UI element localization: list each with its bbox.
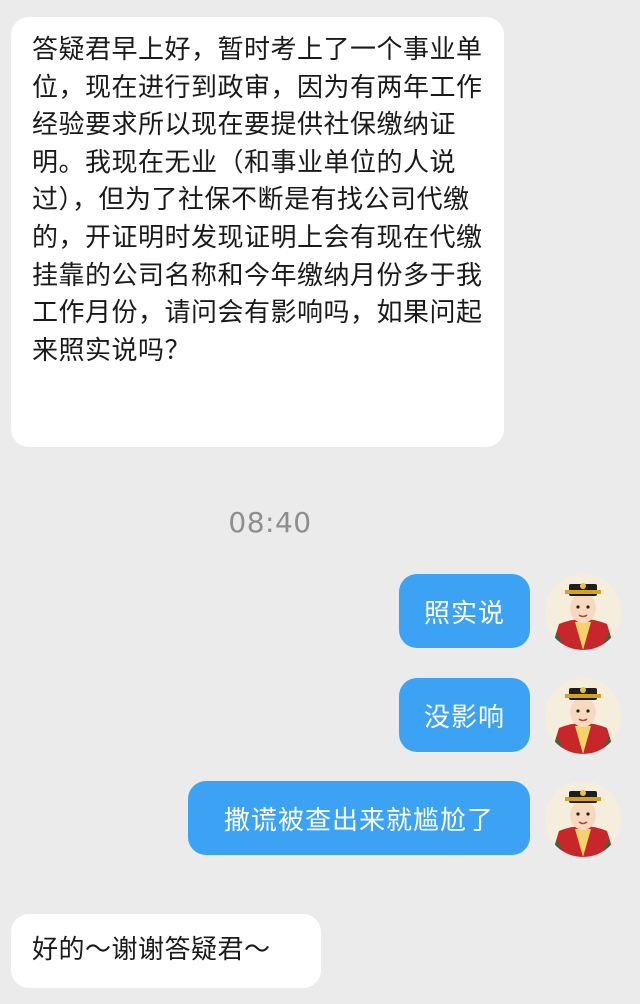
incoming-message-bubble[interactable]: 答疑君早上好，暂时考上了一个事业单位，现在进行到政审，因为有两年工作经验要求所以… [11,17,504,447]
chat-thread: 答疑君早上好，暂时考上了一个事业单位，现在进行到政审，因为有两年工作经验要求所以… [0,0,640,1004]
emperor-avatar-icon[interactable] [545,678,621,754]
message-timestamp: 08:40 [228,506,312,539]
emperor-avatar-icon[interactable] [545,781,621,857]
outgoing-message-bubble[interactable]: 撒谎被查出来就尴尬了 [188,781,530,855]
emperor-avatar-icon[interactable] [545,574,621,650]
message-text: 答疑君早上好，暂时考上了一个事业单位，现在进行到政审，因为有两年工作经验要求所以… [32,35,483,366]
message-text: 好的～谢谢答疑君～ [32,935,271,966]
outgoing-message-bubble[interactable]: 照实说 [399,574,530,648]
message-text: 照实说 [423,598,505,629]
incoming-message-bubble[interactable]: 好的～谢谢答疑君～ [11,914,321,988]
message-text: 没影响 [423,702,505,733]
outgoing-message-bubble[interactable]: 没影响 [399,678,530,752]
message-text: 撒谎被查出来就尴尬了 [223,805,494,836]
